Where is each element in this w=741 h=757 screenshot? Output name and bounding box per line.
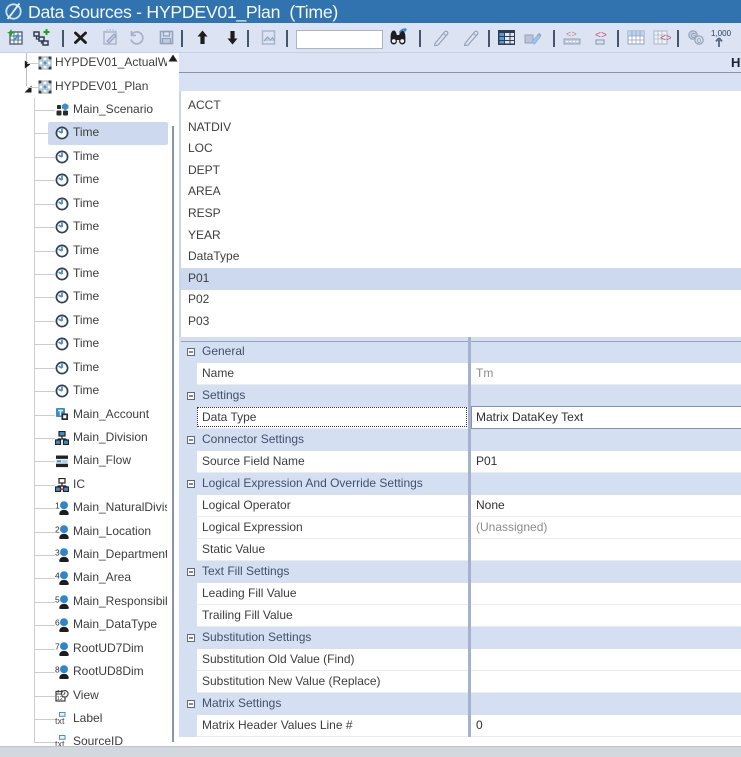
- svg-text:3: 3: [55, 548, 60, 558]
- svg-text:4: 4: [55, 571, 60, 581]
- svg-text:1,000: 1,000: [711, 29, 732, 38]
- svg-text:5: 5: [55, 595, 60, 605]
- svg-text:<>: <>: [660, 34, 671, 45]
- svg-text:8: 8: [55, 665, 60, 675]
- svg-text:1: 1: [55, 501, 60, 511]
- svg-text:6: 6: [55, 618, 60, 628]
- svg-text:0: 0: [697, 38, 701, 45]
- svg-text:12: 12: [57, 696, 63, 702]
- svg-text:txt: txt: [55, 716, 65, 726]
- svg-text:7: 7: [55, 642, 60, 652]
- svg-text:2: 2: [55, 525, 60, 535]
- svg-text:txt: txt: [55, 739, 65, 746]
